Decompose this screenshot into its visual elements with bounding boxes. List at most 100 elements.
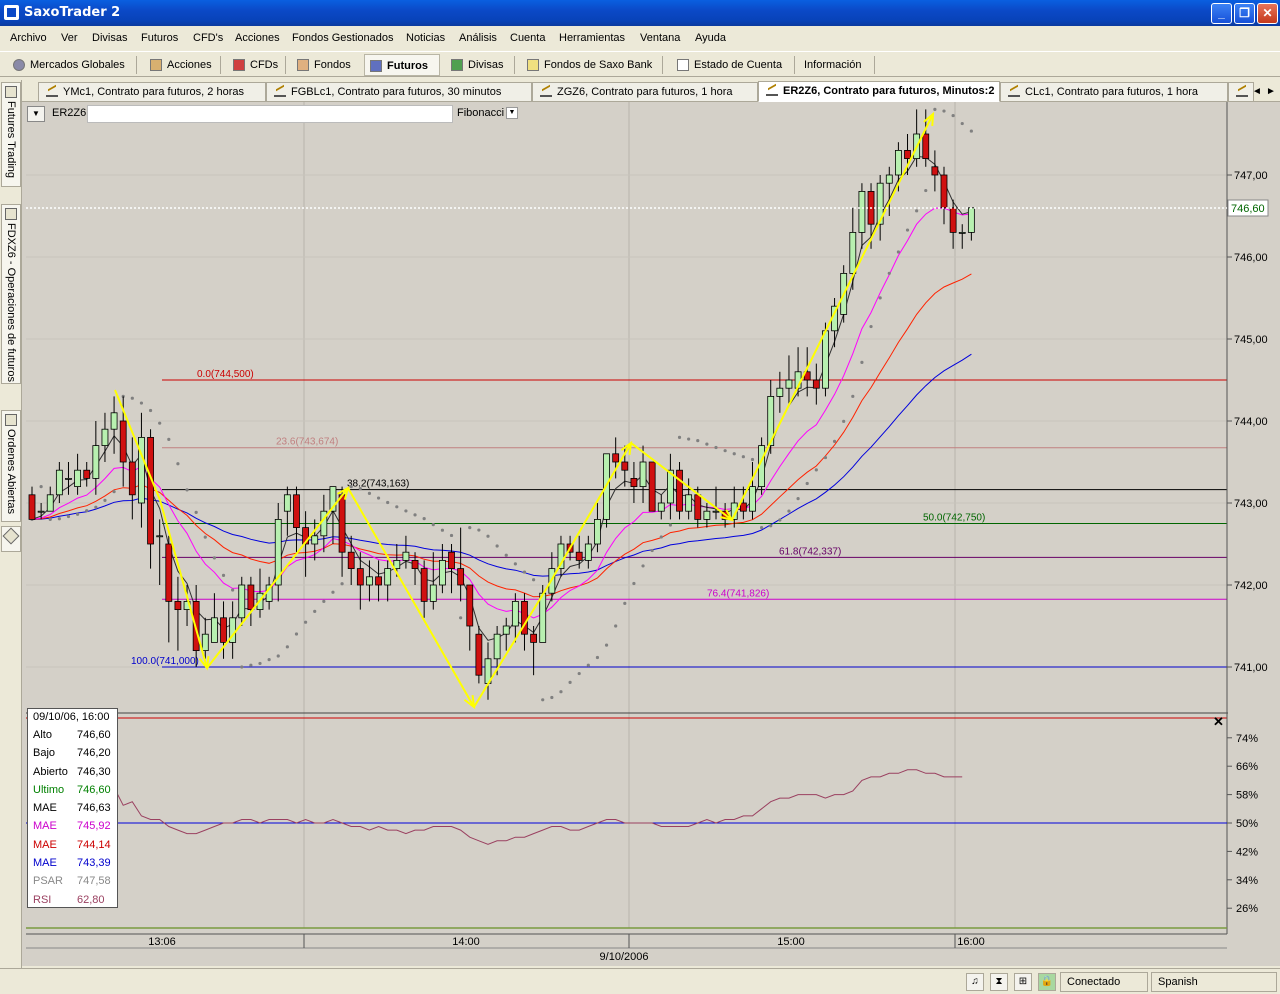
menu-archivo[interactable]: Archivo xyxy=(10,32,47,44)
chart-icon xyxy=(540,87,552,97)
futures-icon xyxy=(370,60,382,72)
chart-icon xyxy=(766,86,778,96)
title-bar: SaxoTrader 2 _ ❐ ✕ xyxy=(0,0,1280,26)
close-button[interactable]: ✕ xyxy=(1257,3,1278,24)
info-row: MAE 746,63 xyxy=(28,799,117,817)
tab-scroll-left-icon[interactable]: ◄ xyxy=(1250,83,1264,100)
toolbar-label: Fondos xyxy=(314,59,351,71)
menu-cfds[interactable]: CFD's xyxy=(193,32,223,44)
toolbar-informacion[interactable]: Información xyxy=(782,54,861,76)
chart-tab-label: FGBLc1, Contrato para futuros, 30 minuto… xyxy=(291,86,502,98)
menu-noticias[interactable]: Noticias xyxy=(406,32,445,44)
toolbar-fondos[interactable]: Fondos xyxy=(292,54,351,76)
chart-tab-er2z6[interactable]: ER2Z6, Contrato para futuros, Minutos:2 xyxy=(758,81,1000,102)
toolbar-futuros[interactable]: Futuros xyxy=(364,54,440,76)
toolbar-separator xyxy=(662,56,663,74)
toolbar-estado-cuenta[interactable]: Estado de Cuenta xyxy=(672,54,782,76)
sound-icon[interactable]: ♫ xyxy=(966,973,984,991)
info-key: Alto xyxy=(33,729,52,741)
toolbar-label: CFDs xyxy=(250,59,279,71)
info-key: PSAR xyxy=(33,875,63,888)
menu-ayuda[interactable]: Ayuda xyxy=(695,32,726,44)
toolbar-separator xyxy=(136,56,137,74)
cfd-icon xyxy=(233,59,245,71)
side-tabs: Futures Trading FDXZ6 - Operaciones de f… xyxy=(0,80,22,970)
toolbar-fondos-saxo[interactable]: Fondos de Saxo Bank xyxy=(522,54,652,76)
menu-futuros[interactable]: Futuros xyxy=(141,32,178,44)
info-key: MAE xyxy=(33,820,57,833)
info-key: Abierto xyxy=(33,765,68,778)
toolbar-label: Fondos de Saxo Bank xyxy=(544,59,653,71)
toolbar-label: Mercados Globales xyxy=(30,59,125,71)
stocks-icon xyxy=(150,59,162,71)
info-rows: Alto 746,60 Bajo 746,20 Abierto 746,30 Ultimo 7… xyxy=(28,726,117,909)
language-status: Spanish xyxy=(1151,972,1277,992)
toolbar-separator xyxy=(220,56,221,74)
chart-tab-zgz6[interactable]: ZGZ6, Contrato para futuros, 1 hora xyxy=(532,82,758,102)
menu-analisis[interactable]: Análisis xyxy=(459,32,497,44)
menu-fondos-gestionados[interactable]: Fondos Gestionados xyxy=(292,32,394,44)
info-key: Ultimo xyxy=(33,783,65,796)
info-value: 746,30 xyxy=(77,765,111,778)
info-row: MAE 745,92 xyxy=(28,817,117,835)
info-panel: 09/10/06, 16:00 Alto 746,60 Bajo 746,20 Abie… xyxy=(27,708,118,908)
chart-icon xyxy=(274,87,286,97)
info-value: 745,92 xyxy=(77,820,111,833)
restore-button[interactable]: ❐ xyxy=(1234,3,1255,24)
info-value: 746,60 xyxy=(77,783,111,796)
info-key: RSI xyxy=(33,893,52,906)
menu-ver[interactable]: Ver xyxy=(61,32,78,44)
side-tab-label: Ordenes Abiertas xyxy=(5,429,17,514)
toolbar-acciones[interactable]: Acciones xyxy=(145,54,212,76)
side-tab-fdxz6[interactable]: FDXZ6 - Operaciones de futuros xyxy=(1,204,21,384)
toolbar-divisas[interactable]: Divisas xyxy=(446,54,503,76)
study-dropdown-icon[interactable]: ▼ xyxy=(506,107,518,119)
orders-icon xyxy=(5,414,17,426)
menu-divisas[interactable]: Divisas xyxy=(92,32,127,44)
info-key: MAE xyxy=(33,802,57,815)
info-row: Abierto 746,30 xyxy=(28,763,117,781)
info-value: 743,39 xyxy=(77,857,111,870)
chart-icon xyxy=(46,87,58,97)
symbol-input[interactable] xyxy=(87,105,453,123)
menu-acciones[interactable]: Acciones xyxy=(235,32,280,44)
info-row: Ultimo 746,60 xyxy=(28,781,117,799)
info-row: Bajo 746,20 xyxy=(28,744,117,762)
info-value: 746,60 xyxy=(77,729,111,741)
info-key: Bajo xyxy=(33,747,56,760)
side-tab-futures-trading[interactable]: Futures Trading xyxy=(1,82,21,187)
info-value: 746,20 xyxy=(77,747,111,760)
chart-menu-button[interactable]: ▼ xyxy=(27,106,45,122)
info-row: PSAR 747,58 xyxy=(28,872,117,890)
saxo-funds-icon xyxy=(527,59,539,71)
toolbar-label: Acciones xyxy=(167,59,212,71)
toolbar-label: Información xyxy=(804,59,862,71)
chart-tab-clc1[interactable]: CLc1, Contrato para futuros, 1 hora xyxy=(1000,82,1228,102)
menu-cuenta[interactable]: Cuenta xyxy=(510,32,545,44)
minimize-button[interactable]: _ xyxy=(1211,3,1232,24)
app-icon xyxy=(4,5,19,20)
tab-scroll-right-icon[interactable]: ► xyxy=(1264,83,1278,100)
chart-area[interactable] xyxy=(22,102,1280,966)
info-row: RSI 62,80 xyxy=(28,891,117,909)
info-row: MAE 744,14 xyxy=(28,836,117,854)
network-icon[interactable]: ⊞ xyxy=(1014,973,1032,991)
window-title: SaxoTrader 2 xyxy=(24,5,121,20)
toolbar-cfds[interactable]: CFDs xyxy=(228,54,278,76)
info-value: 744,14 xyxy=(77,838,111,851)
menu-bar: Archivo Ver Divisas Futuros CFD's Accion… xyxy=(0,26,1280,50)
info-header: 09/10/06, 16:00 xyxy=(33,711,110,723)
hourglass-icon[interactable]: ⧗ xyxy=(990,973,1008,991)
side-tab-ordenes-abiertas[interactable]: Ordenes Abiertas xyxy=(1,410,21,522)
chart-tab-fgblc1[interactable]: FGBLc1, Contrato para futuros, 30 minuto… xyxy=(266,82,532,102)
side-tab-extra[interactable] xyxy=(1,526,21,552)
account-icon xyxy=(677,59,689,71)
chart-tab-label: YMc1, Contrato para futuros, 2 horas xyxy=(63,86,244,98)
toolbar-mercados-globales[interactable]: Mercados Globales xyxy=(8,54,125,76)
funds-icon xyxy=(297,59,309,71)
menu-herramientas[interactable]: Herramientas xyxy=(559,32,625,44)
chart-tab-ymc1[interactable]: YMc1, Contrato para futuros, 2 horas xyxy=(38,82,266,102)
menu-ventana[interactable]: Ventana xyxy=(640,32,680,44)
toolbar-separator xyxy=(514,56,515,74)
lock-icon[interactable]: 🔒 xyxy=(1038,973,1056,991)
